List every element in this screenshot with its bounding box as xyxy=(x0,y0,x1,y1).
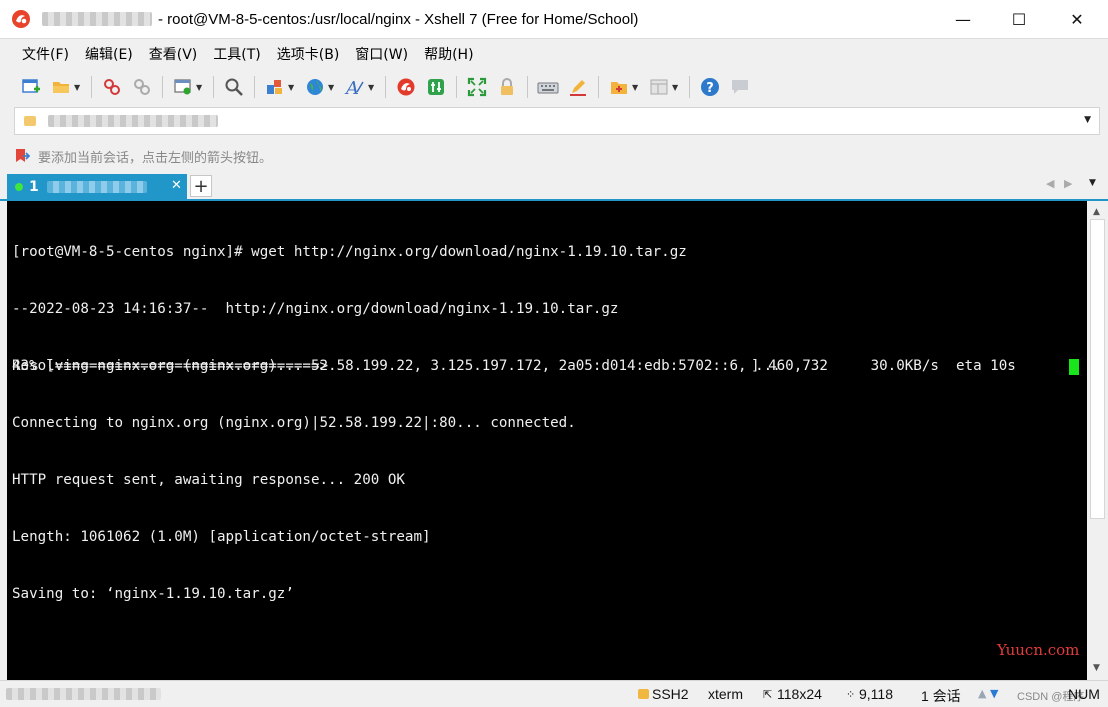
watermark: Yuucn.com xyxy=(997,641,1080,659)
help-icon[interactable]: ? xyxy=(698,75,722,99)
tab-scroll-left-icon[interactable]: ◀ xyxy=(1046,177,1054,190)
keyboard-icon[interactable] xyxy=(536,75,560,99)
menu-file[interactable]: 文件(F) xyxy=(14,44,77,64)
lock-icon xyxy=(24,116,36,126)
redacted-connection-info xyxy=(6,688,161,700)
toolbar-separator xyxy=(91,76,92,98)
chevron-down-icon[interactable]: ▼ xyxy=(1084,115,1091,125)
toolbar-separator xyxy=(598,76,599,98)
status-size: 118x24 xyxy=(777,686,822,702)
progress-bar-text: 43% [===============================> xyxy=(12,358,329,374)
toolbar-separator xyxy=(456,76,457,98)
session-hint: 要添加当前会话，点击左侧的箭头按钮。 xyxy=(14,143,272,169)
search-icon[interactable] xyxy=(222,75,246,99)
terminal-view[interactable]: [root@VM-8-5-centos nginx]# wget http://… xyxy=(7,201,1087,680)
toolbar-separator xyxy=(689,76,690,98)
terminal-output: [root@VM-8-5-centos nginx]# wget http://… xyxy=(12,205,781,642)
chevron-down-icon[interactable]: ▼ xyxy=(196,83,205,92)
tab-number: 1 xyxy=(29,179,39,195)
scroll-up-icon[interactable]: ▲ xyxy=(1093,207,1100,217)
terminal-line: Saving to: ‘nginx-1.19.10.tar.gz’ xyxy=(12,586,294,602)
font-icon[interactable]: A xyxy=(343,75,367,99)
status-bar: SSH2 xterm ⇱ 118x24 ⁘ 9,118 1 会话 ▲ ▼ CSD… xyxy=(0,680,1108,707)
compose-icon[interactable] xyxy=(566,75,590,99)
new-session-icon[interactable] xyxy=(19,75,43,99)
menu-bar: 文件(F) 编辑(E) 查看(V) 工具(T) 选项卡(B) 窗口(W) 帮助(… xyxy=(0,38,1108,68)
tab-list-chevron-down-icon[interactable]: ▼ xyxy=(1089,178,1096,188)
menu-tabs[interactable]: 选项卡(B) xyxy=(269,44,348,64)
globe-icon[interactable] xyxy=(303,75,327,99)
terminal-scrollbar[interactable]: ▲ ▼ xyxy=(1087,201,1108,680)
open-folder-icon[interactable] xyxy=(49,75,73,99)
menu-view[interactable]: 查看(V) xyxy=(141,44,206,64)
disconnect-icon[interactable] xyxy=(130,75,154,99)
terminal-line: Length: 1061062 (1.0M) [application/octe… xyxy=(12,529,431,545)
terminal-line: HTTP request sent, awaiting response... … xyxy=(12,472,405,488)
transfer-icon[interactable] xyxy=(263,75,287,99)
maximize-button[interactable]: ☐ xyxy=(990,0,1048,38)
terminal-line: [root@VM-8-5-centos nginx]# wget http://… xyxy=(12,244,687,260)
toolbar-separator xyxy=(385,76,386,98)
redacted-tab-title xyxy=(46,181,147,193)
terminal-cursor xyxy=(1069,359,1079,375)
terminal-line: --2022-08-23 14:16:37-- http://nginx.org… xyxy=(12,301,619,317)
terminal-line: Connecting to nginx.org (nginx.org)|52.5… xyxy=(12,415,576,431)
chevron-down-icon[interactable]: ▼ xyxy=(288,83,297,92)
connected-status-icon xyxy=(15,183,23,191)
download-progress: 43% [===============================> ] … xyxy=(12,357,1082,376)
resize-icon: ⇱ xyxy=(763,689,773,701)
toolbar-separator xyxy=(254,76,255,98)
transfer-arrows-icon: ▲ ▼ xyxy=(978,687,999,700)
status-sessions: 1 会话 xyxy=(921,688,961,704)
chevron-down-icon[interactable]: ▼ xyxy=(368,83,377,92)
add-tab-button[interactable]: + xyxy=(190,175,212,197)
svg-text:A: A xyxy=(344,78,359,97)
lock-icon[interactable] xyxy=(495,75,519,99)
redacted-host xyxy=(42,12,152,26)
xshell-icon[interactable] xyxy=(394,75,418,99)
chevron-down-icon[interactable]: ▼ xyxy=(632,83,641,92)
title-bar: - root@VM-8-5-centos:/usr/local/nginx - … xyxy=(0,0,1108,38)
layout-icon[interactable] xyxy=(647,75,671,99)
svg-text:?: ? xyxy=(706,81,714,96)
status-terminal-type: xterm xyxy=(708,686,743,702)
chat-icon[interactable] xyxy=(728,75,752,99)
minimize-button[interactable]: — xyxy=(934,0,992,38)
add-tab-icon[interactable] xyxy=(607,75,631,99)
xftp-icon[interactable] xyxy=(424,75,448,99)
status-protocol: SSH2 xyxy=(652,686,689,702)
chevron-down-icon[interactable]: ▼ xyxy=(74,83,83,92)
menu-help[interactable]: 帮助(H) xyxy=(416,44,481,64)
toolbar-separator xyxy=(162,76,163,98)
scroll-down-icon[interactable]: ▼ xyxy=(1093,663,1100,673)
menu-tools[interactable]: 工具(T) xyxy=(205,44,268,64)
cursor-position-icon: ⁘ xyxy=(846,689,856,701)
redacted-address xyxy=(48,115,218,127)
tab-close-icon[interactable]: ✕ xyxy=(171,178,182,193)
tab-bar: 1 ✕ + ◀ ▶ ▼ xyxy=(0,172,1108,200)
status-position: 9,118 xyxy=(859,686,893,702)
properties-icon[interactable] xyxy=(171,75,195,99)
menu-window[interactable]: 窗口(W) xyxy=(347,44,416,64)
lock-icon xyxy=(638,689,649,699)
progress-stats: ] 460,732 30.0KB/s eta 10s xyxy=(751,358,1016,374)
hint-text: 要添加当前会话，点击左侧的箭头按钮。 xyxy=(38,150,273,166)
menu-edit[interactable]: 编辑(E) xyxy=(77,44,141,64)
bookmark-arrow-icon[interactable] xyxy=(14,148,31,164)
close-button[interactable]: ✕ xyxy=(1048,0,1106,38)
tab-scroll-right-icon[interactable]: ▶ xyxy=(1064,177,1072,190)
xshell-app-icon[interactable] xyxy=(10,8,32,30)
fullscreen-icon[interactable] xyxy=(465,75,489,99)
tab-session-1[interactable]: 1 ✕ xyxy=(7,174,187,200)
address-bar[interactable]: ▼ xyxy=(14,107,1100,135)
chevron-down-icon[interactable]: ▼ xyxy=(328,83,337,92)
toolbar-separator xyxy=(527,76,528,98)
connect-icon[interactable] xyxy=(100,75,124,99)
status-num: NUM xyxy=(1068,686,1100,702)
toolbar-separator xyxy=(213,76,214,98)
window-title: - root@VM-8-5-centos:/usr/local/nginx - … xyxy=(158,10,639,28)
toolbar: ▼ ▼ ▼ ▼ A ▼ ▼ ▼ ? xyxy=(0,70,1108,104)
chevron-down-icon[interactable]: ▼ xyxy=(672,83,681,92)
scrollbar-thumb[interactable] xyxy=(1090,219,1105,519)
